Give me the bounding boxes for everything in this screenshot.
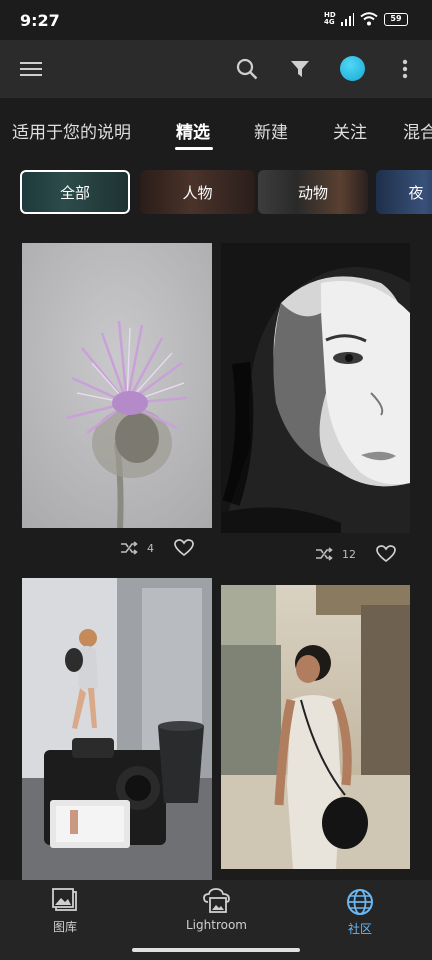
photo-card-woman[interactable] [221,585,410,869]
hamburger-icon [20,62,42,76]
status-bar: 9:27 HD 4G 59 [0,0,432,40]
search-icon [236,58,258,80]
chip-label: 夜 [408,183,424,202]
filter-icon [291,61,309,77]
tab-new[interactable]: 新建 [254,118,288,143]
cell-signal-icon [341,13,354,26]
remix-icon[interactable] [120,541,138,555]
nav-label: 图库 [52,920,77,934]
active-tab-indicator [175,147,213,150]
remix-icon[interactable] [315,547,333,561]
chip-all[interactable]: 全部 [20,170,130,214]
more-vertical-icon [402,59,408,79]
portrait-photo [221,243,410,533]
status-icons: HD 4G 59 [324,12,408,26]
studio-photo [22,578,212,880]
chip-night[interactable]: 夜 [376,170,432,214]
globe-icon [347,889,373,915]
woman-photo [221,585,410,869]
nav-lightroom[interactable]: Lightroom [186,888,247,932]
nav-community[interactable]: 社区 [346,888,374,937]
status-time: 9:27 [20,11,60,30]
category-tabs: 适用于您的说明 精选 新建 关注 混合 [0,98,432,154]
heart-icon[interactable] [376,545,396,563]
library-icon [52,888,77,911]
menu-button[interactable] [17,55,45,83]
chip-label: 全部 [59,183,90,202]
avatar[interactable] [340,56,365,81]
chip-label: 人物 [182,183,213,202]
chip-people[interactable]: 人物 [140,170,255,214]
photo-card-studio[interactable] [22,578,212,880]
tab-following[interactable]: 关注 [333,118,367,143]
chip-label: 动物 [297,183,328,202]
photo-card-flower[interactable] [22,243,212,528]
more-options-button[interactable] [391,55,419,83]
chip-animals[interactable]: 动物 [258,170,368,214]
tab-for-you[interactable]: 适用于您的说明 [12,118,131,143]
card-meta: 12 [315,545,396,563]
filter-button[interactable] [286,55,314,83]
tab-featured[interactable]: 精选 [176,118,210,143]
nav-label: 社区 [347,922,372,936]
tab-remix[interactable]: 混合 [403,118,432,143]
filter-chips: 全部 人物 动物 夜 [0,168,432,216]
flower-photo [22,243,212,528]
nav-label: Lightroom [186,918,247,932]
app-bar [0,40,432,98]
cloud-photo-icon [202,888,230,913]
nav-library[interactable]: 图库 [52,888,78,935]
remix-count: 12 [342,547,356,561]
battery-indicator: 59 [384,12,408,26]
remix-count: 4 [147,541,154,555]
wifi-icon [360,12,378,26]
heart-icon[interactable] [174,539,194,557]
photo-card-portrait[interactable] [221,243,410,533]
card-meta: 4 [120,539,194,557]
home-indicator[interactable] [132,948,300,952]
hd-indicator-icon: HD 4G [324,11,336,26]
search-button[interactable] [233,55,261,83]
